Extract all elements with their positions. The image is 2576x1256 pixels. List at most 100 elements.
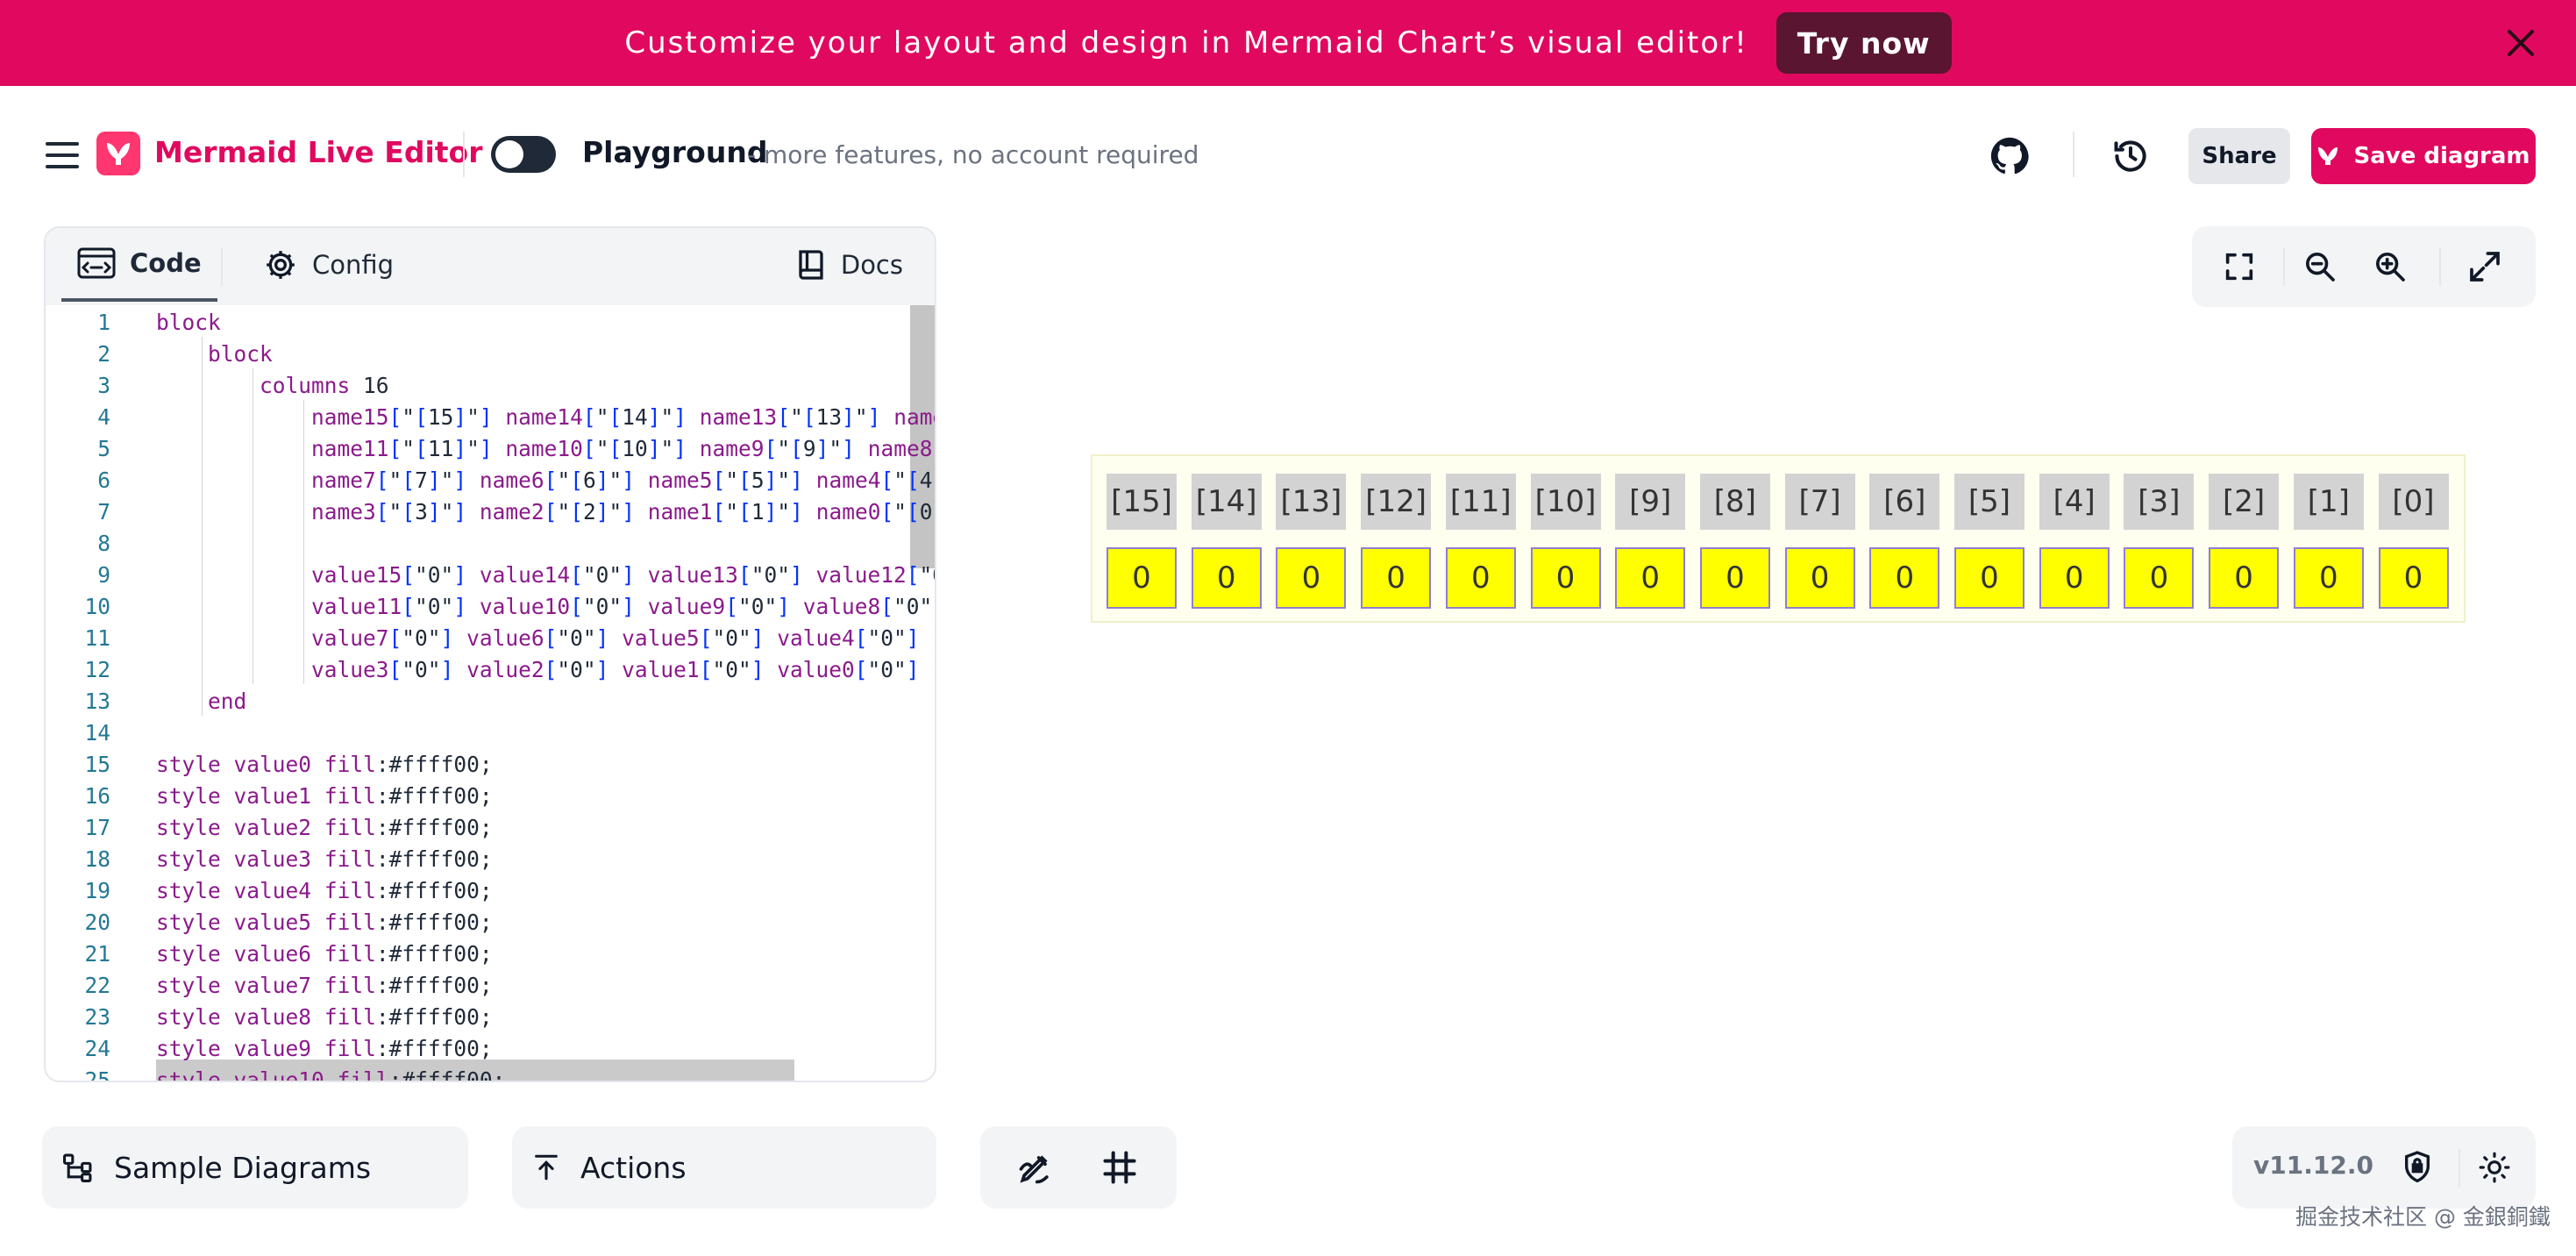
- line-number: 2: [97, 341, 110, 367]
- code-line[interactable]: style value7 fill:#ffff00;: [156, 970, 935, 1002]
- actions-label: Actions: [580, 1150, 687, 1185]
- block-value-cell[interactable]: 0: [1530, 547, 1601, 609]
- block-name-cell[interactable]: [11]: [1445, 474, 1516, 530]
- block-value-cell[interactable]: 0: [1869, 547, 1940, 609]
- block-name-cell[interactable]: [0]: [2378, 474, 2449, 530]
- tab-docs[interactable]: Docs: [795, 228, 903, 302]
- tab-code[interactable]: Code: [61, 228, 217, 302]
- block-value-cell[interactable]: 0: [2209, 547, 2280, 609]
- code-line[interactable]: end: [156, 686, 935, 717]
- code-line[interactable]: value7["0"] value6["0"] value5["0"] valu…: [156, 623, 935, 654]
- block-name-cell[interactable]: [15]: [1107, 474, 1177, 530]
- code-line[interactable]: name11["[11]"] name10["[10]"] name9["[9]…: [156, 433, 935, 465]
- hamburger-icon[interactable]: [46, 142, 79, 168]
- line-number: 14: [84, 720, 110, 746]
- code-line[interactable]: style value0 fill:#ffff00;: [156, 749, 935, 781]
- code-line[interactable]: style value3 fill:#ffff00;: [156, 844, 935, 875]
- block-value-cell[interactable]: 0: [1361, 547, 1432, 609]
- block-value-cell[interactable]: 0: [2124, 547, 2195, 609]
- line-number: 5: [97, 436, 110, 461]
- block-value-cell[interactable]: 0: [2378, 547, 2449, 609]
- code-line[interactable]: value15["0"] value14["0"] value13["0"] v…: [156, 560, 935, 591]
- block-value-cell[interactable]: 0: [1107, 547, 1177, 609]
- tab-code-label: Code: [130, 248, 202, 278]
- code-line[interactable]: style value6 fill:#ffff00;: [156, 938, 935, 970]
- code-line[interactable]: style value10 fill:#ffff00;: [156, 1065, 935, 1081]
- tab-config[interactable]: Config: [247, 228, 409, 302]
- block-diagram[interactable]: [15] [14] [13] [12] [11] [10] [9] [8] [7] [6] [5][…: [1091, 454, 2466, 623]
- actions-button[interactable]: Actions: [512, 1126, 936, 1209]
- sun-icon[interactable]: [2474, 1147, 2515, 1188]
- sample-diagrams-label: Sample Diagrams: [114, 1150, 372, 1185]
- try-now-button[interactable]: Try now: [1775, 12, 1952, 74]
- app-title[interactable]: Mermaid Live Editor: [154, 135, 483, 169]
- block-name-cell[interactable]: [13]: [1276, 474, 1347, 530]
- block-name-cell[interactable]: [7]: [1784, 474, 1855, 530]
- block-value-cell[interactable]: 0: [1276, 547, 1347, 609]
- block-value-cell[interactable]: 0: [1784, 547, 1855, 609]
- app-header: Mermaid Live Editor Playground - more fe…: [0, 86, 2576, 226]
- history-icon[interactable]: [2110, 135, 2152, 177]
- block-name-cell[interactable]: [8]: [1699, 474, 1770, 530]
- zoom-out-icon[interactable]: [2299, 246, 2341, 288]
- github-icon[interactable]: [1989, 135, 2031, 177]
- block-name-cell[interactable]: [12]: [1361, 474, 1432, 530]
- block-name-cell[interactable]: [9]: [1615, 474, 1686, 530]
- line-number: 24: [84, 1036, 110, 1061]
- block-name-cell[interactable]: [3]: [2124, 474, 2195, 530]
- block-value-cell[interactable]: 0: [1615, 547, 1686, 609]
- close-icon[interactable]: [2499, 21, 2543, 65]
- block-name-cell[interactable]: [1]: [2293, 474, 2364, 530]
- line-number: 6: [97, 467, 110, 493]
- grid-icon[interactable]: [1098, 1145, 1142, 1189]
- fullscreen-icon[interactable]: [2218, 246, 2260, 288]
- block-value-cell[interactable]: 0: [1699, 547, 1770, 609]
- code-line[interactable]: name7["[7]"] name6["[6]"] name5["[5]"] n…: [156, 465, 935, 496]
- block-name-cell[interactable]: [14]: [1191, 474, 1262, 530]
- code-line[interactable]: columns 16: [156, 370, 935, 402]
- code-line[interactable]: style value4 fill:#ffff00;: [156, 875, 935, 907]
- code-line[interactable]: block: [156, 339, 935, 370]
- code-line[interactable]: name15["[15]"] name14["[14]"] name13["[1…: [156, 402, 935, 433]
- code-line[interactable]: style value8 fill:#ffff00;: [156, 1002, 935, 1033]
- block-value-cell[interactable]: 0: [1445, 547, 1516, 609]
- code-line[interactable]: style value2 fill:#ffff00;: [156, 812, 935, 844]
- code-line[interactable]: block: [156, 307, 935, 339]
- code-line[interactable]: style value9 fill:#ffff00;: [156, 1033, 935, 1065]
- line-number: 12: [84, 657, 110, 682]
- share-button[interactable]: Share: [2188, 128, 2290, 184]
- block-name-cell[interactable]: [5]: [1954, 474, 2025, 530]
- block-name-cell[interactable]: [4]: [2039, 474, 2110, 530]
- code-line[interactable]: value11["0"] value10["0"] value9["0"] va…: [156, 591, 935, 623]
- block-value-cell[interactable]: 0: [1191, 547, 1262, 609]
- promo-banner: Customize your layout and design in Merm…: [0, 0, 2576, 86]
- block-name-cell[interactable]: [10]: [1530, 474, 1601, 530]
- line-number: 15: [84, 752, 110, 777]
- code-line[interactable]: [156, 528, 935, 560]
- playground-toggle[interactable]: [491, 136, 556, 173]
- block-value-cell[interactable]: 0: [2293, 547, 2364, 609]
- shield-icon[interactable]: [2397, 1147, 2437, 1188]
- code-line[interactable]: style value5 fill:#ffff00;: [156, 907, 935, 938]
- sample-diagrams-button[interactable]: Sample Diagrams: [42, 1126, 468, 1209]
- code-area[interactable]: 1 block 2 block 3 columns 16 4 name15["[15]"…: [46, 305, 935, 1081]
- zoom-in-icon[interactable]: [2369, 246, 2411, 288]
- block-value-cell[interactable]: 0: [1954, 547, 2025, 609]
- code-line[interactable]: name3["[3]"] name2["[2]"] name1["[1]"] n…: [156, 496, 935, 528]
- block-value-cell[interactable]: 0: [2039, 547, 2110, 609]
- tab-config-label: Config: [312, 250, 395, 280]
- canvas-toolbar: [2192, 226, 2536, 307]
- save-diagram-button[interactable]: Save diagram: [2311, 128, 2536, 184]
- line-number: 8: [97, 531, 110, 556]
- line-number: 16: [84, 783, 110, 809]
- code-line[interactable]: value3["0"] value2["0"] value1["0"] valu…: [156, 654, 935, 686]
- expand-icon[interactable]: [2464, 246, 2506, 288]
- pencil-icon[interactable]: [1014, 1145, 1057, 1189]
- divider: [2459, 1149, 2460, 1188]
- version-label[interactable]: v11.12.0: [2253, 1151, 2373, 1180]
- block-name-cell[interactable]: [6]: [1869, 474, 1940, 530]
- line-number: 13: [84, 689, 110, 714]
- code-line[interactable]: style value1 fill:#ffff00;: [156, 781, 935, 812]
- code-line[interactable]: [156, 717, 935, 749]
- block-name-cell[interactable]: [2]: [2209, 474, 2280, 530]
